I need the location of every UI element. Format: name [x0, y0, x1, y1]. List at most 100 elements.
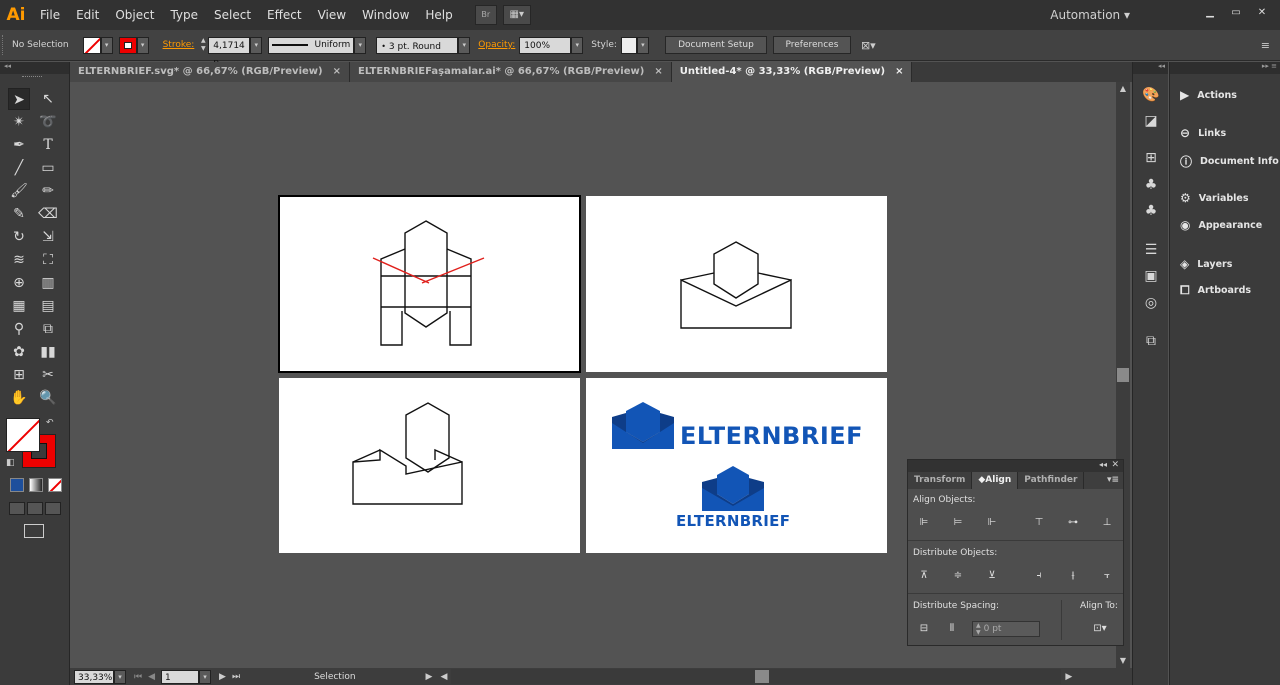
draw-inside-icon[interactable] — [45, 502, 61, 515]
spacing-stepper-icon[interactable]: ▲ ▼ — [976, 622, 981, 636]
arrange-documents-button[interactable]: ▦▾ — [502, 5, 531, 25]
pen-tool-icon[interactable]: ✒ — [8, 134, 30, 156]
zoom-dropdown[interactable]: ▾ — [114, 669, 126, 684]
stroke-weight-stepper[interactable]: ▲ ▼ — [198, 37, 208, 54]
menu-effect[interactable]: Effect — [259, 0, 310, 30]
panel-appearance[interactable]: ◉ Appearance — [1180, 218, 1262, 232]
rectangle-tool-icon[interactable]: ▭ — [37, 157, 59, 179]
last-artboard-icon[interactable]: ⏭ — [232, 672, 240, 682]
vertical-distribute-bottom-icon[interactable]: ⊻ — [984, 569, 1000, 583]
vertical-distribute-center-icon[interactable]: ≑ — [950, 569, 966, 583]
scroll-down-icon[interactable]: ▼ — [1116, 654, 1130, 668]
slice-tool-icon[interactable]: ✂ — [37, 364, 59, 386]
zoom-input[interactable]: 33,33% — [74, 669, 114, 684]
status-menu-icon[interactable]: ▶ — [426, 672, 433, 682]
panel-variables[interactable]: ⚙ Variables — [1180, 191, 1249, 205]
opacity-input[interactable]: 100% — [519, 36, 572, 54]
line-tool-icon[interactable]: ╱ — [8, 157, 30, 179]
horizontal-align-center-icon[interactable]: ⊨ — [950, 516, 966, 530]
close-icon[interactable]: ✕ — [1111, 460, 1119, 470]
paintbrush-tool-icon[interactable]: 🖌 — [8, 180, 30, 202]
close-icon[interactable]: × — [895, 62, 903, 82]
stroke-profile-dropdown[interactable]: ▾ — [354, 36, 367, 54]
horizontal-distribute-left-icon[interactable]: ⫞ — [1031, 569, 1047, 583]
tab-pathfinder[interactable]: Pathfinder — [1018, 472, 1085, 489]
menu-object[interactable]: Object — [107, 0, 162, 30]
graphic-style-swatch[interactable] — [620, 36, 637, 54]
type-tool-icon[interactable]: T — [37, 134, 59, 156]
vertical-align-top-icon[interactable]: ⊤ — [1031, 516, 1047, 530]
horizontal-align-left-icon[interactable]: ⊫ — [916, 516, 932, 530]
zoom-tool-icon[interactable]: 🔍 — [37, 387, 59, 409]
horizontal-distribute-center-icon[interactable]: ⫲ — [1065, 569, 1081, 583]
menu-help[interactable]: Help — [417, 0, 460, 30]
scroll-right-icon[interactable]: ▶ — [1065, 672, 1072, 682]
default-colors-icon[interactable]: ◧ — [6, 458, 15, 468]
document-tab[interactable]: ELTERNBRIEFaşamalar.ai* @ 66,67% (RGB/Pr… — [349, 62, 672, 82]
eraser-tool-icon[interactable]: ⌫ — [37, 203, 59, 225]
horizontal-scroll-thumb[interactable] — [755, 670, 770, 683]
scroll-up-icon[interactable]: ▲ — [1116, 82, 1130, 96]
document-tab[interactable]: ELTERNBRIEF.svg* @ 66,67% (RGB/Preview) … — [70, 62, 350, 82]
rotate-tool-icon[interactable]: ↻ — [8, 226, 30, 248]
minimize-icon[interactable]: ▁ — [1198, 6, 1222, 20]
gradient-mode-icon[interactable] — [29, 478, 43, 492]
draw-normal-icon[interactable] — [9, 502, 25, 515]
first-artboard-icon[interactable]: ⏮ — [134, 672, 142, 682]
blob-brush-tool-icon[interactable]: ✎ — [8, 203, 30, 225]
artboard-dropdown[interactable]: ▾ — [199, 669, 212, 684]
symbol-sprayer-tool-icon[interactable]: ✿ — [8, 341, 30, 363]
swatches-icon[interactable]: ⊞ — [1140, 147, 1162, 169]
scroll-left-icon[interactable]: ◀ — [440, 672, 447, 682]
menu-type[interactable]: Type — [162, 0, 206, 30]
horizontal-align-right-icon[interactable]: ⊩ — [984, 516, 1000, 530]
prev-artboard-icon[interactable]: ◀ — [148, 672, 155, 682]
tab-align[interactable]: ◆Align — [972, 472, 1019, 489]
horizontal-distribute-space-icon[interactable]: ⫴ — [944, 622, 960, 636]
artboard-1[interactable] — [278, 195, 581, 373]
next-artboard-icon[interactable]: ▶ — [219, 672, 226, 682]
vertical-distribute-top-icon[interactable]: ⊼ — [916, 569, 932, 583]
scroll-thumb[interactable] — [1117, 368, 1129, 382]
free-transform-tool-icon[interactable]: ⛶ — [37, 249, 59, 271]
horizontal-scroll-track[interactable] — [451, 669, 1062, 684]
menu-edit[interactable]: Edit — [68, 0, 107, 30]
transparency-icon[interactable]: ◎ — [1140, 292, 1162, 314]
panel-links[interactable]: ⊖ Links — [1180, 126, 1226, 140]
stroke-swatch[interactable] — [118, 36, 137, 54]
gradient-tool-icon[interactable]: ▤ — [37, 295, 59, 317]
color-mode-icon[interactable] — [10, 478, 24, 492]
blend-tool-icon[interactable]: ⧉ — [37, 318, 59, 340]
symbols-icon[interactable]: ♣ — [1140, 200, 1162, 222]
hand-tool-icon[interactable]: ✋ — [8, 387, 30, 409]
panel-layers[interactable]: ◈ Layers — [1180, 257, 1232, 271]
vertical-align-bottom-icon[interactable]: ⊥ — [1099, 516, 1115, 530]
spacing-input[interactable]: ▲ ▼ 0 pt — [972, 621, 1040, 637]
stroke-icon[interactable]: ☰ — [1140, 239, 1162, 261]
none-mode-icon[interactable] — [48, 478, 62, 492]
graphic-style-dropdown[interactable]: ▾ — [636, 36, 649, 54]
menu-select[interactable]: Select — [206, 0, 259, 30]
artboard-3[interactable] — [279, 378, 580, 553]
preferences-button[interactable]: Preferences — [772, 36, 851, 54]
graphic-styles-icon[interactable]: ⧉ — [1140, 330, 1162, 352]
collapse-icon[interactable]: ◂◂ — [1099, 460, 1107, 469]
scale-tool-icon[interactable]: ⇲ — [37, 226, 59, 248]
eyedropper-tool-icon[interactable]: ⚲ — [8, 318, 30, 340]
screen-mode-icon[interactable] — [24, 524, 44, 538]
panel-artboards[interactable]: ⧠ Artboards — [1180, 283, 1251, 298]
document-setup-button[interactable]: Document Setup — [664, 36, 767, 54]
opacity-dropdown[interactable]: ▾ — [571, 36, 584, 54]
artboard-2[interactable] — [586, 196, 887, 372]
lasso-tool-icon[interactable]: ➰ — [37, 111, 59, 133]
stroke-profile-select[interactable]: Uniform — [268, 36, 355, 54]
column-graph-tool-icon[interactable]: ▮▮ — [37, 341, 59, 363]
stroke-weight-dropdown[interactable]: ▾ — [250, 36, 263, 54]
stroke-weight-input[interactable]: 4,1714 p — [208, 36, 251, 68]
maximize-icon[interactable]: ▭ — [1224, 6, 1248, 20]
artboard-4[interactable]: ELTERNBRIEF ELTERNBRIEF — [586, 378, 887, 553]
artboard-number-input[interactable]: 1 — [161, 669, 200, 684]
opacity-label[interactable]: Opacity: — [478, 40, 515, 50]
perspective-grid-tool-icon[interactable]: ▥ — [37, 272, 59, 294]
document-tab-active[interactable]: Untitled-4* @ 33,33% (RGB/Preview) × — [671, 62, 913, 82]
